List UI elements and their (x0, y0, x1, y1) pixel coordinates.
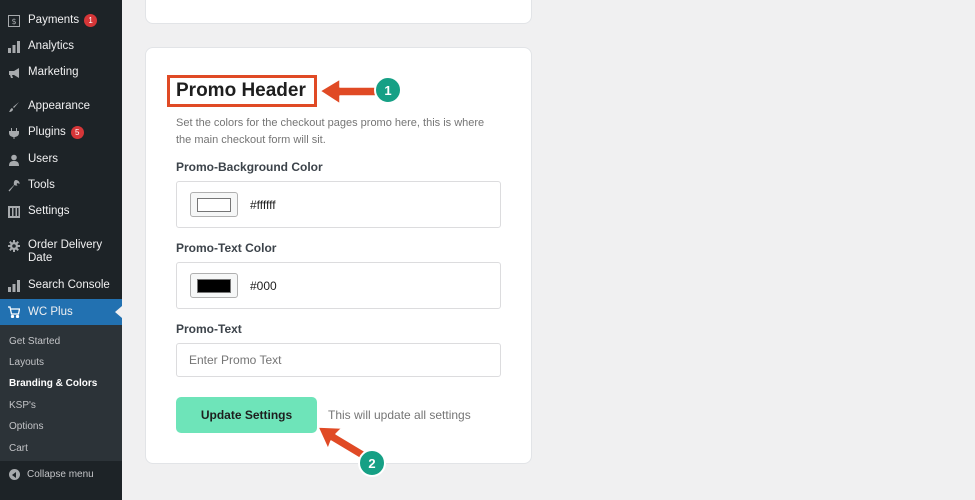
callout-1-badge: 1 (374, 76, 402, 104)
callout-2-badge: 2 (358, 449, 386, 477)
annotation-arrows (317, 78, 377, 460)
